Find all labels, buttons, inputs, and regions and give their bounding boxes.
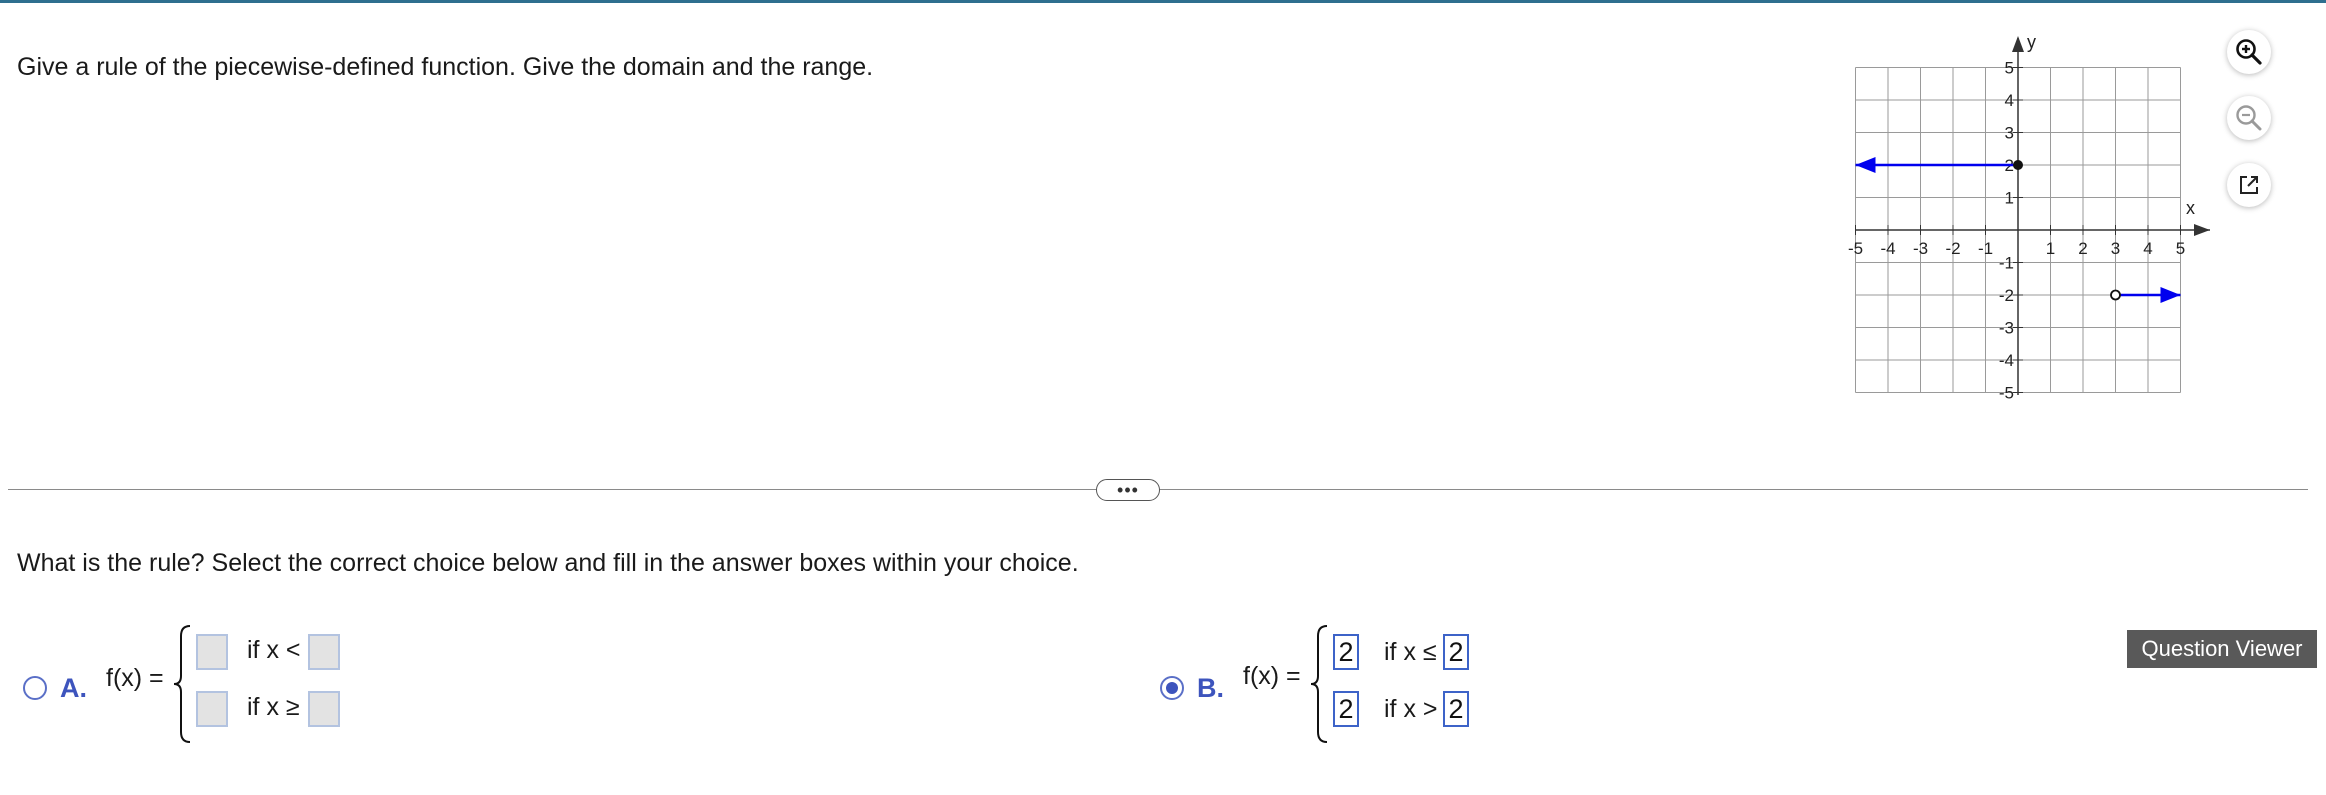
top-accent-bar <box>0 0 2326 3</box>
y-tick-label: -5 <box>1999 384 2014 403</box>
choice-b-condition-2: if x > <box>1384 695 1438 723</box>
choice-b-condition-1: if x ≤ <box>1384 638 1437 666</box>
external-link-icon <box>2240 176 2258 194</box>
function-graph: x y -5-4-3-2-11234554321-1-2-3-4-5 <box>1830 28 2220 413</box>
choice-a-condition-2: if x ≥ <box>247 693 300 721</box>
choice-a-value-1[interactable] <box>196 634 228 670</box>
segment-arrow-right <box>2160 287 2181 303</box>
choice-a-bound-2[interactable] <box>308 691 340 727</box>
choice-b-value-1[interactable]: 2 <box>1333 634 1359 670</box>
choice-b-bound-2[interactable]: 2 <box>1443 691 1469 727</box>
x-axis-arrow <box>2194 224 2210 236</box>
choice-a-condition-1: if x < <box>247 636 301 664</box>
y-tick-label: -4 <box>1999 351 2014 370</box>
x-tick-label: 4 <box>2143 239 2152 258</box>
y-tick-label: -3 <box>1999 319 2014 338</box>
choice-a-value-2[interactable] <box>196 691 228 727</box>
zoom-out-icon <box>2236 105 2262 131</box>
segment-arrow-left <box>1855 157 1876 173</box>
popout-button[interactable] <box>2227 163 2271 207</box>
y-axis-label: y <box>2027 32 2036 52</box>
graph-svg: x y -5-4-3-2-11234554321-1-2-3-4-5 <box>1848 32 2210 403</box>
choice-a-letter: A. <box>60 673 87 703</box>
choice-a-brace <box>173 625 191 743</box>
choice-b-letter: B. <box>1197 673 1224 703</box>
x-tick-label: -1 <box>1978 239 1993 258</box>
choice-b[interactable]: B. f(x) = 2 if x ≤ 2 2 if x > 2 <box>1158 620 1498 745</box>
choice-b-radio[interactable] <box>1160 676 1184 700</box>
x-tick-label: -4 <box>1880 239 1895 258</box>
expand-toggle-button[interactable]: ••• <box>1096 479 1160 501</box>
zoom-in-icon <box>2236 39 2262 65</box>
zoom-in-button[interactable] <box>2227 30 2271 74</box>
y-tick-label: 3 <box>2005 124 2014 143</box>
y-tick-label: 4 <box>2005 91 2014 110</box>
x-tick-label: -3 <box>1913 239 1928 258</box>
x-tick-label: 1 <box>2046 239 2055 258</box>
closed-endpoint <box>2013 160 2023 170</box>
y-tick-label: 5 <box>2005 59 2014 78</box>
choice-a-radio[interactable] <box>23 676 47 700</box>
x-tick-label: 5 <box>2176 239 2185 258</box>
x-tick-label: 2 <box>2078 239 2087 258</box>
x-tick-label: -5 <box>1848 239 1863 258</box>
prompt-text: What is the rule? Select the correct cho… <box>17 549 1079 577</box>
zoom-out-button[interactable] <box>2227 96 2271 140</box>
y-tick-label: -2 <box>1999 286 2014 305</box>
question-viewer-button[interactable]: Question Viewer <box>2127 630 2317 668</box>
choice-a-bound-1[interactable] <box>308 634 340 670</box>
choice-b-value-2[interactable]: 2 <box>1333 691 1359 727</box>
question-text: Give a rule of the piecewise-defined fun… <box>17 53 874 81</box>
choice-b-brace <box>1310 625 1328 743</box>
y-tick-label: 1 <box>2005 189 2014 208</box>
choice-a-fx-label: f(x) = <box>106 664 164 692</box>
y-axis-arrow <box>2012 36 2024 52</box>
choice-b-bound-1[interactable]: 2 <box>1443 634 1469 670</box>
x-axis-label: x <box>2186 198 2195 218</box>
choice-a[interactable]: A. f(x) = if x < if x ≥ <box>21 620 361 745</box>
y-tick-label: -1 <box>1999 254 2014 273</box>
open-endpoint <box>2110 289 2121 301</box>
x-tick-label: 3 <box>2111 239 2120 258</box>
x-tick-label: -2 <box>1945 239 1960 258</box>
choice-b-fx-label: f(x) = <box>1243 662 1301 690</box>
